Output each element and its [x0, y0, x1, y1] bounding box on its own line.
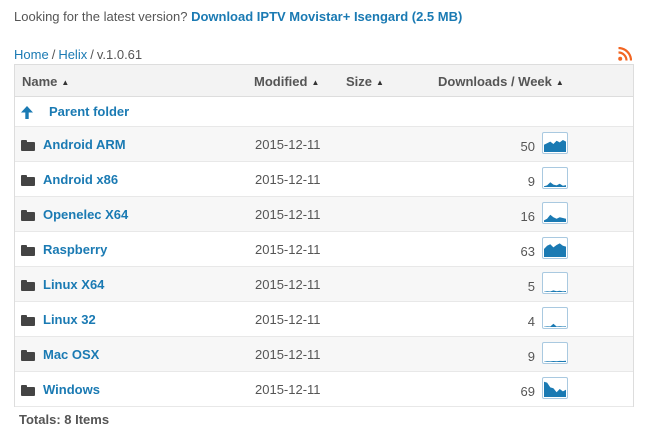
totals-summary: Totals: 8 Items: [19, 412, 110, 427]
breadcrumb-helix[interactable]: Helix: [58, 47, 87, 62]
file-table: Name ▲︎ Modified ▲︎ Size ▲︎ Downloads / Wee…: [14, 64, 634, 407]
sparkline-area: [544, 381, 566, 397]
column-size-label: Size: [346, 74, 373, 89]
folder-name-link[interactable]: Android x86: [43, 172, 118, 187]
sort-arrows-icon: ▲︎: [61, 78, 70, 87]
arrow-up-icon: [20, 105, 34, 120]
column-header-modified[interactable]: Modified ▲︎: [254, 74, 319, 89]
folder-icon: [21, 315, 35, 326]
modified-date: 2015-12-11: [255, 382, 321, 397]
downloads-count: 16: [520, 209, 535, 224]
downloads-sparkline[interactable]: [542, 202, 568, 224]
downloads-count: 4: [527, 314, 535, 329]
modified-date: 2015-12-11: [255, 172, 321, 187]
table-row[interactable]: Linux X64 2015-12-11 5: [15, 267, 633, 302]
table-row[interactable]: Mac OSX 2015-12-11 9: [15, 337, 633, 372]
downloads-count: 5: [527, 279, 535, 294]
column-header-downloads[interactable]: Downloads / Week ▲︎: [438, 74, 564, 89]
sparkline-area: [544, 323, 566, 327]
column-header-size[interactable]: Size ▲︎: [346, 74, 384, 89]
modified-date: 2015-12-11: [255, 242, 321, 257]
modified-date: 2015-12-11: [255, 207, 321, 222]
column-name-label: Name: [22, 74, 58, 89]
downloads-count: 9: [527, 349, 535, 364]
table-header: Name ▲︎ Modified ▲︎ Size ▲︎ Downloads / Wee…: [15, 65, 633, 97]
latest-version-notice: Looking for the latest version? Download…: [14, 9, 462, 24]
breadcrumb-separator: /: [51, 47, 56, 62]
latest-version-prefix: Looking for the latest version?: [14, 9, 188, 24]
downloads-count: 9: [527, 174, 535, 189]
table-row[interactable]: Android ARM 2015-12-11 50: [15, 127, 633, 162]
modified-date: 2015-12-11: [255, 312, 321, 327]
downloads-sparkline[interactable]: [542, 307, 568, 329]
rss-feed-icon[interactable]: [618, 46, 633, 61]
folder-icon: [21, 245, 35, 256]
folder-icon: [21, 280, 35, 291]
breadcrumb: Home / Helix / v.1.0.61: [14, 47, 142, 62]
folder-icon: [21, 210, 35, 221]
folder-name-link[interactable]: Openelec X64: [43, 207, 128, 222]
column-downloads-label: Downloads / Week: [438, 74, 552, 89]
folder-icon: [21, 385, 35, 396]
downloads-sparkline[interactable]: [542, 132, 568, 154]
column-modified-label: Modified: [254, 74, 308, 89]
sparkline-area: [544, 243, 566, 257]
folder-name-link[interactable]: Raspberry: [43, 242, 107, 257]
breadcrumb-home[interactable]: Home: [14, 47, 49, 62]
folder-name-link[interactable]: Linux 32: [43, 312, 96, 327]
folder-name-link[interactable]: Mac OSX: [43, 347, 99, 362]
folder-icon: [21, 175, 35, 186]
sparkline-area: [544, 140, 566, 152]
folder-name-link[interactable]: Linux X64: [43, 277, 104, 292]
downloads-count: 69: [520, 384, 535, 399]
table-row[interactable]: Android x86 2015-12-11 9: [15, 162, 633, 197]
downloads-sparkline[interactable]: [542, 377, 568, 399]
folder-icon: [21, 140, 35, 151]
parent-folder-link[interactable]: Parent folder: [49, 104, 129, 119]
column-header-name[interactable]: Name ▲︎: [22, 74, 69, 89]
sort-arrows-icon: ▲︎: [311, 78, 320, 87]
sparkline-area: [544, 360, 566, 362]
sparkline-area: [544, 214, 566, 222]
modified-date: 2015-12-11: [255, 347, 321, 362]
folder-name-link[interactable]: Windows: [43, 382, 100, 397]
breadcrumb-separator: /: [90, 47, 94, 62]
downloads-count: 63: [520, 244, 535, 259]
folder-icon: [21, 350, 35, 361]
modified-date: 2015-12-11: [255, 137, 321, 152]
table-row[interactable]: Linux 32 2015-12-11 4: [15, 302, 633, 337]
folder-name-link[interactable]: Android ARM: [43, 137, 126, 152]
parent-folder-row[interactable]: Parent folder: [15, 97, 633, 127]
modified-date: 2015-12-11: [255, 277, 321, 292]
downloads-sparkline[interactable]: [542, 342, 568, 364]
breadcrumb-current: v.1.0.61: [96, 47, 143, 62]
downloads-sparkline[interactable]: [542, 167, 568, 189]
sort-arrows-icon: ▲︎: [555, 78, 564, 87]
sparkline-area: [544, 290, 566, 292]
table-row[interactable]: Raspberry 2015-12-11 63: [15, 232, 633, 267]
download-latest-link[interactable]: Download IPTV Movistar+ Isengard (2.5 MB…: [191, 9, 462, 24]
sort-arrows-icon: ▲︎: [376, 78, 384, 87]
table-row[interactable]: Openelec X64 2015-12-11 16: [15, 197, 633, 232]
downloads-count: 50: [520, 139, 535, 154]
table-row[interactable]: Windows 2015-12-11 69: [15, 372, 633, 407]
downloads-sparkline[interactable]: [542, 237, 568, 259]
downloads-sparkline[interactable]: [542, 272, 568, 294]
sparkline-area: [544, 182, 566, 187]
